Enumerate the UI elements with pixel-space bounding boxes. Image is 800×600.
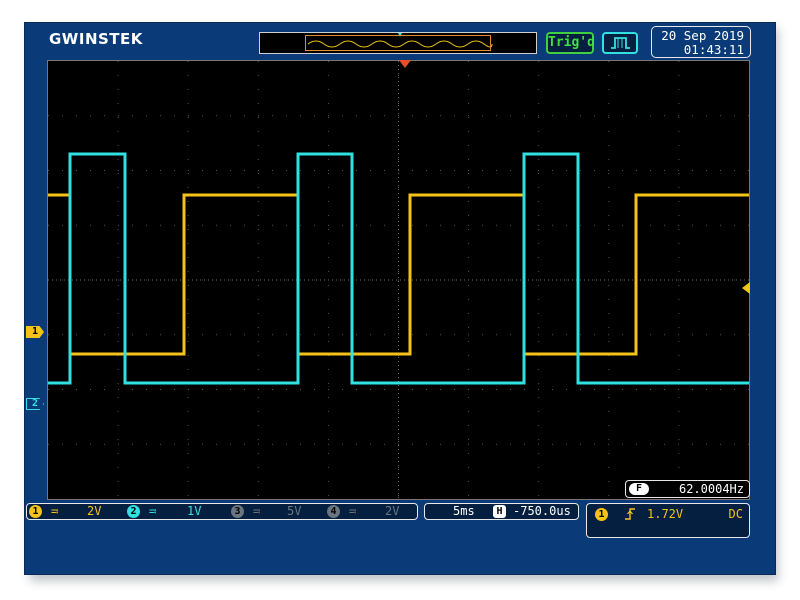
dc-coupling-icon: ≕ xyxy=(51,504,59,518)
waveform-graticule xyxy=(47,60,750,500)
rising-edge-pulse-icon xyxy=(602,32,638,54)
frequency-readout: F 62.0004Hz xyxy=(625,480,750,498)
overview-window[interactable] xyxy=(305,35,491,51)
trigger-level-marker[interactable] xyxy=(742,282,750,294)
trigger-source-badge: 1 xyxy=(595,508,608,521)
time-per-div: 5ms xyxy=(453,504,475,518)
channel-4-badge: 4 xyxy=(327,505,340,518)
trigger-position-marker[interactable] xyxy=(399,60,411,68)
ch2-waveform xyxy=(48,152,749,385)
trigger-status-badge: Trig'd xyxy=(546,32,595,54)
datetime-display: 20 Sep 2019 01:43:11 xyxy=(651,26,751,58)
horizontal-position-icon: H xyxy=(493,505,506,518)
channel-3-scale: 5V xyxy=(287,504,302,518)
graticule-svg xyxy=(48,61,749,499)
trigger-level-value: 1.72V xyxy=(647,507,684,521)
trigger-readout[interactable]: 1 1.72V DC xyxy=(586,503,750,538)
timebase-readout[interactable]: 5ms H -750.0us xyxy=(424,503,579,520)
horizontal-position-value: -750.0us xyxy=(513,504,571,518)
dc-coupling-icon: ≕ xyxy=(349,504,357,518)
dc-coupling-icon: ≕ xyxy=(149,504,157,518)
frequency-value: 62.0004Hz xyxy=(678,482,744,496)
channel-2-scale: 1V xyxy=(187,504,202,518)
channel-1-status[interactable]: 1 ≕ 2V xyxy=(29,504,119,519)
ch1-waveform xyxy=(48,193,749,356)
time-text: 01:43:11 xyxy=(683,42,744,57)
channel-4-status[interactable]: 4 ≕ 2V xyxy=(327,504,417,519)
channel-2-badge: 2 xyxy=(127,505,140,518)
channel-4-scale: 2V xyxy=(385,504,400,518)
dc-coupling-icon: ≕ xyxy=(253,504,261,518)
rising-edge-icon xyxy=(623,507,637,525)
channel-1-badge: 1 xyxy=(29,505,42,518)
date-text: 20 Sep 2019 xyxy=(661,28,744,43)
channel-status-bar: 1 ≕ 2V 2 ≕ 1V 3 ≕ 5V 4 ≕ 2V xyxy=(26,503,418,520)
brand-logo: GWINSTEK xyxy=(49,30,143,48)
channel-2-status[interactable]: 2 ≕ 1V xyxy=(127,504,217,519)
channel-3-status[interactable]: 3 ≕ 5V xyxy=(231,504,321,519)
channel-1-scale: 2V xyxy=(87,504,102,518)
channel-3-badge: 3 xyxy=(231,505,244,518)
trigger-coupling-value: DC xyxy=(728,507,743,521)
frequency-icon: F xyxy=(629,483,649,495)
